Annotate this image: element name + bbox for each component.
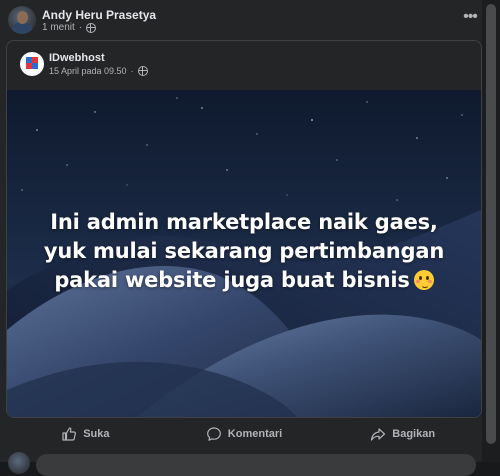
author-meta: 1 menit · xyxy=(42,22,97,33)
share-button[interactable]: Bagikan xyxy=(323,420,482,448)
author-name[interactable]: Andy Heru Prasetya xyxy=(42,8,156,22)
comment-avatar xyxy=(8,452,30,474)
shared-post-date[interactable]: 15 April pada 09.50 xyxy=(49,66,127,76)
page-avatar[interactable] xyxy=(20,52,44,76)
post-caption-text: Ini admin marketplace naik gaes, yuk mul… xyxy=(43,210,445,292)
comment-label: Komentari xyxy=(227,428,283,440)
share-arrow-icon xyxy=(371,428,386,441)
scrollbar-thumb[interactable] xyxy=(486,4,496,444)
post-card: Andy Heru Prasetya 1 menit · ••• IDwebho… xyxy=(0,0,482,476)
globe-icon xyxy=(137,66,148,76)
comment-bubble-icon xyxy=(206,427,221,441)
smiling-face-with-tear-icon xyxy=(413,270,434,290)
like-label: Suka xyxy=(83,428,110,440)
globe-icon xyxy=(86,22,97,33)
comment-composer xyxy=(8,452,482,476)
more-horizontal-icon[interactable]: ••• xyxy=(460,8,480,26)
meta-separator: · xyxy=(130,66,134,76)
post-actions: Suka Komentari Bagikan xyxy=(6,420,482,448)
post-image[interactable]: Ini admin marketplace naik gaes, yuk mul… xyxy=(7,90,481,417)
like-button[interactable]: Suka xyxy=(6,420,165,448)
page-meta: 15 April pada 09.50 · xyxy=(49,66,148,76)
page-name[interactable]: IDwebhost xyxy=(49,52,105,64)
share-label: Bagikan xyxy=(392,428,436,440)
comment-button[interactable]: Komentari xyxy=(165,420,324,448)
meta-separator: · xyxy=(78,22,83,33)
post-time[interactable]: 1 menit xyxy=(42,22,75,33)
post-caption: Ini admin marketplace naik gaes, yuk mul… xyxy=(27,208,461,295)
shared-post[interactable]: IDwebhost 15 April pada 09.50 · Ini admi… xyxy=(6,40,482,418)
comment-input[interactable] xyxy=(36,454,476,476)
author-avatar[interactable] xyxy=(8,6,36,34)
thumbs-up-icon xyxy=(62,427,77,441)
